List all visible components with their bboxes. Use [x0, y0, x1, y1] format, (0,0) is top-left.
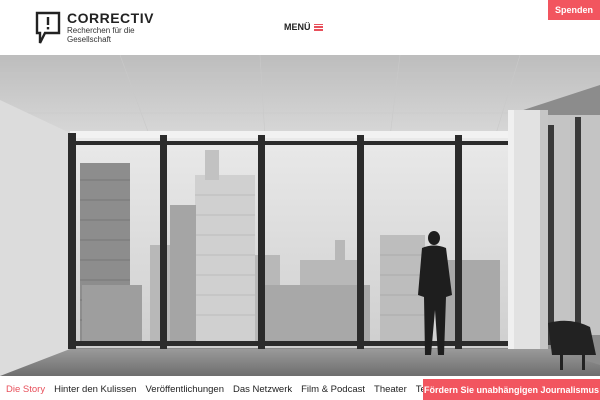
logo-tagline: Recherchen für die Gesellschaft: [67, 26, 135, 44]
nav-item-das-netzwerk[interactable]: Das Netzwerk: [233, 384, 292, 395]
nav-item-film-podcast[interactable]: Film & Podcast: [301, 384, 365, 395]
menu-button[interactable]: MENÜ: [284, 22, 323, 32]
speech-bubble-logo-icon: [35, 11, 61, 44]
office-skyline-photo: [0, 55, 600, 376]
donate-button[interactable]: Spenden: [548, 0, 600, 20]
menu-label: MENÜ: [284, 22, 311, 32]
nav-item-hinter-den-kulissen[interactable]: Hinter den Kulissen: [54, 384, 136, 395]
hero-image: [0, 55, 600, 376]
nav-item-theater[interactable]: Theater: [374, 384, 407, 395]
support-journalism-button[interactable]: Fördern Sie unabhängigen Journalismus: [423, 379, 600, 400]
nav-item-die-story[interactable]: Die Story: [6, 384, 45, 395]
hamburger-icon: [313, 23, 323, 31]
story-navigation: Die Story Hinter den Kulissen Veröffentl…: [0, 379, 600, 400]
logo-name: CORRECTIV: [67, 10, 154, 26]
nav-item-veroeffentlichungen[interactable]: Veröffentlichungen: [145, 384, 224, 395]
site-header: CORRECTIV Recherchen für die Gesellschaf…: [0, 0, 600, 55]
site-logo[interactable]: CORRECTIV Recherchen für die Gesellschaf…: [35, 11, 154, 47]
story-nav-items: Die Story Hinter den Kulissen Veröffentl…: [6, 379, 448, 400]
